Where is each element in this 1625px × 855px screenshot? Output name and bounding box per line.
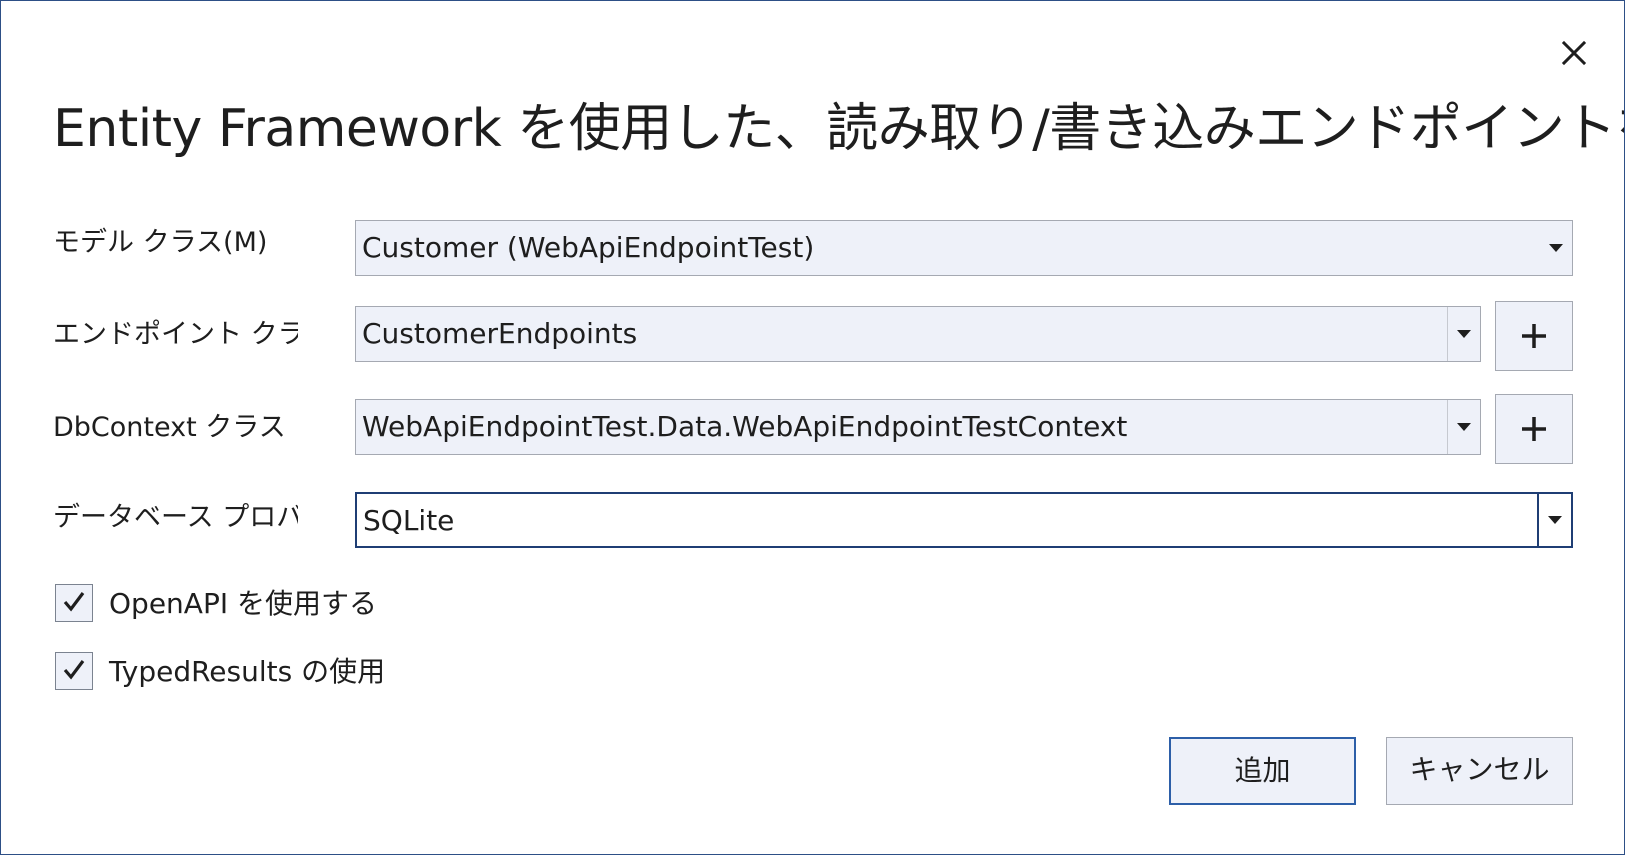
chevron-down-icon (1457, 330, 1471, 338)
dialog-title: Entity Framework を使用した、読み取り/書き込みエンドポイントを… (53, 99, 1625, 159)
dbcontext-class-dropdown-arrow[interactable] (1447, 400, 1480, 454)
database-provider-value: SQLite (363, 504, 455, 537)
database-provider-dropdown-arrow[interactable] (1537, 494, 1571, 546)
chevron-down-icon (1548, 516, 1562, 524)
chevron-down-icon (1549, 244, 1563, 252)
endpoint-class-dropdown[interactable]: CustomerEndpoints (355, 306, 1481, 362)
dbcontext-class-value: WebApiEndpointTest.Data.WebApiEndpointTe… (362, 410, 1128, 443)
add-endpoints-dialog: Entity Framework を使用した、読み取り/書き込みエンドポイントを… (0, 0, 1625, 855)
close-icon (1561, 40, 1587, 66)
use-openapi-label[interactable]: OpenAPI を使用する (109, 584, 377, 624)
add-button[interactable]: 追加 (1169, 737, 1356, 805)
model-class-dropdown-arrow[interactable] (1540, 221, 1572, 275)
checkmark-icon (63, 592, 85, 612)
dbcontext-class-dropdown[interactable]: WebApiEndpointTest.Data.WebApiEndpointTe… (355, 399, 1481, 455)
use-typed-results-label[interactable]: TypedResults の使用 (109, 652, 385, 692)
endpoint-class-value: CustomerEndpoints (362, 317, 638, 350)
add-dbcontext-class-button[interactable] (1495, 394, 1573, 464)
model-class-dropdown[interactable]: Customer (WebApiEndpointTest) (355, 220, 1573, 276)
use-openapi-checkbox[interactable] (55, 584, 93, 622)
close-button[interactable] (1554, 33, 1594, 73)
endpoint-class-dropdown-arrow[interactable] (1447, 307, 1480, 361)
chevron-down-icon (1457, 423, 1471, 431)
checkmark-icon (63, 660, 85, 680)
database-provider-dropdown[interactable]: SQLite (355, 492, 1573, 548)
plus-icon (1522, 324, 1546, 348)
use-typed-results-checkbox[interactable] (55, 652, 93, 690)
add-endpoint-class-button[interactable] (1495, 301, 1573, 371)
endpoint-class-label: エンドポイント クラス (53, 319, 298, 350)
dbcontext-class-label: DbContext クラス (53, 412, 286, 443)
model-class-label: モデル クラス(M) (53, 227, 268, 258)
cancel-button[interactable]: キャンセル (1386, 737, 1573, 805)
database-provider-label: データベース プロバイダー (53, 502, 298, 533)
plus-icon (1522, 417, 1546, 441)
model-class-value: Customer (WebApiEndpointTest) (362, 231, 815, 264)
